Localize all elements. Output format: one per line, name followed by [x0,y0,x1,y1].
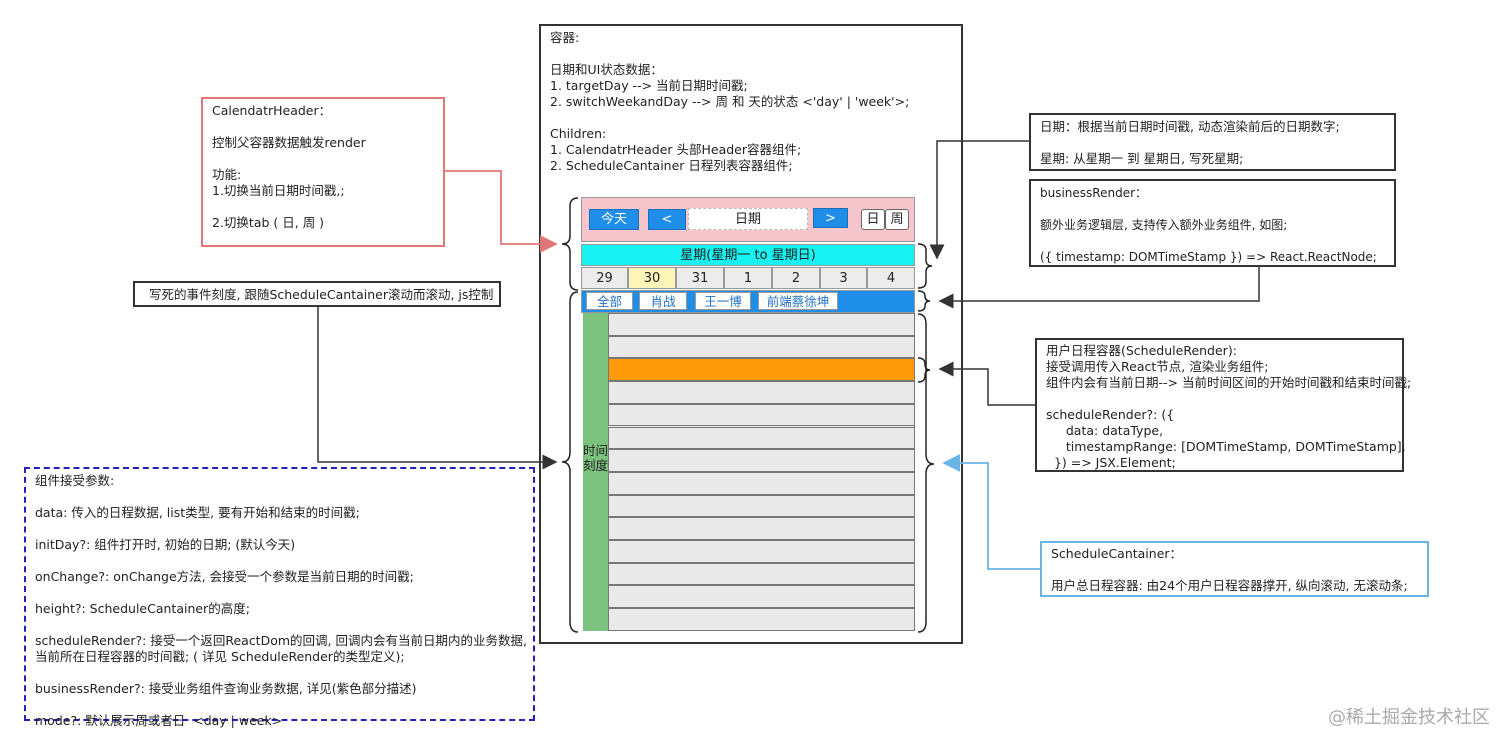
arrow-user-schedule [938,361,1035,406]
right-brace-schedule [917,313,935,633]
arrow-fixed-scale [317,307,558,470]
arrow-calendar-header [445,170,558,253]
arrow-date-info [929,140,1029,260]
connector-overlay [317,140,1260,633]
left-brace-schedule [561,291,579,633]
right-brace-users [917,290,931,312]
left-brace-header [561,197,579,291]
arrow-business-render [938,267,1260,309]
right-brace-week [917,243,933,289]
arrow-schedule-container [942,454,1040,570]
right-brace-row [917,357,931,383]
